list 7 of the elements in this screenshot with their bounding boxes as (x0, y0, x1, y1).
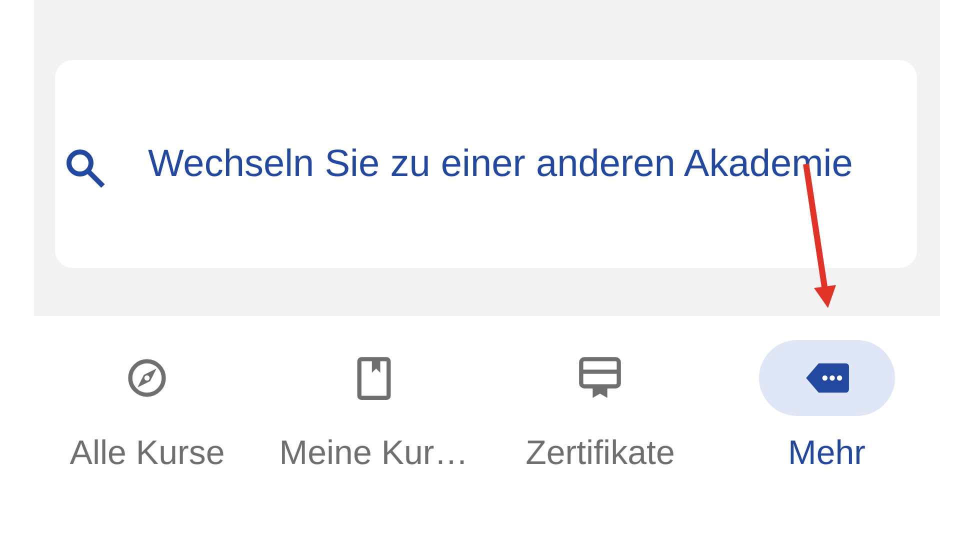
nav-tab[interactable]: Zertifikate (487, 340, 714, 473)
switch-academy-label: Wechseln Sie zu einer anderen Akademie (147, 142, 854, 187)
nav-tab[interactable]: Meine Kur… (260, 340, 487, 473)
nav-tab[interactable]: Alle Kurse (34, 340, 260, 473)
switch-academy-button[interactable]: Wechseln Sie zu einer anderen Akademie (55, 60, 917, 268)
certificate-icon (577, 355, 624, 401)
nav-tab[interactable]: Mehr (714, 340, 940, 473)
